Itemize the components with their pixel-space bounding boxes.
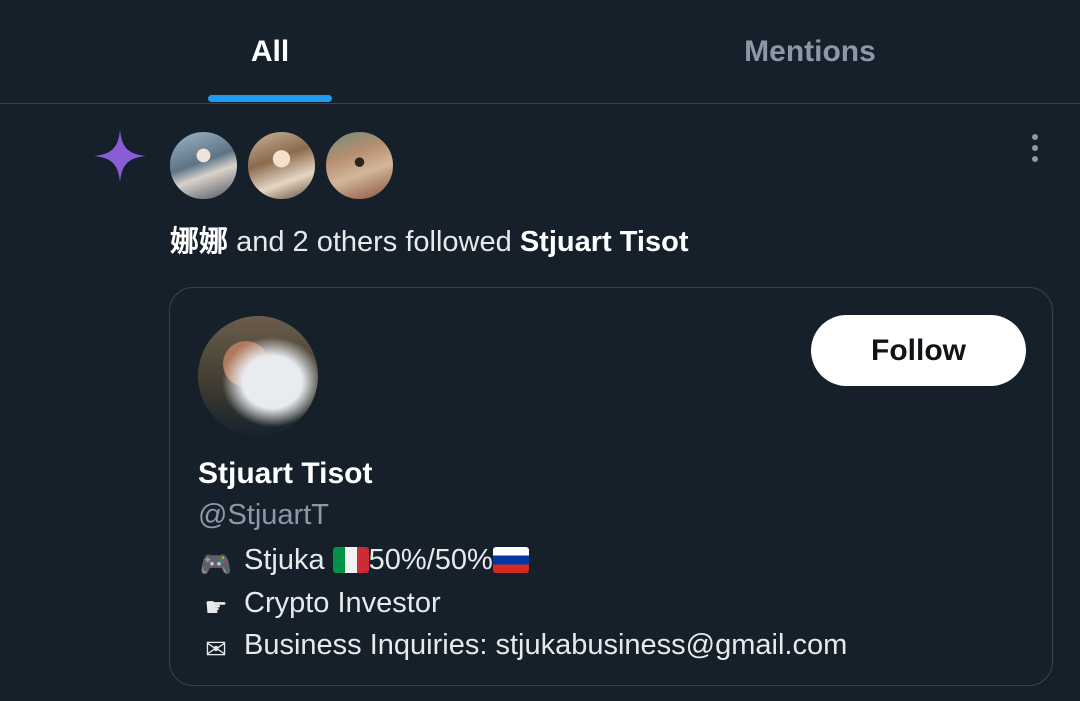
italy-flag-icon xyxy=(332,547,369,573)
envelope-icon: ✉ xyxy=(205,635,227,665)
tab-all[interactable]: All xyxy=(0,0,540,103)
bio-line-1-split: 50%/50% xyxy=(368,544,493,576)
follower-avatar[interactable] xyxy=(246,130,317,201)
bio-line-1-prefix: Stjuka xyxy=(244,544,333,576)
tab-mentions[interactable]: Mentions xyxy=(540,0,1080,103)
bio-line-2: ☛ Crypto Investor xyxy=(198,583,441,623)
notification-tabs: All Mentions xyxy=(0,0,1080,104)
actor-name[interactable]: 娜娜 xyxy=(170,226,228,258)
follower-avatar[interactable] xyxy=(324,130,395,201)
pointing-hand-icon: ☛ xyxy=(204,593,228,623)
bio-line-2-text: Crypto Investor xyxy=(244,587,441,619)
bio-line-3-text: Business Inquiries: stjukabusiness@gmail… xyxy=(244,629,848,661)
active-tab-indicator xyxy=(208,95,332,102)
bio-line-3: ✉ Business Inquiries: stjukabusiness@gmai… xyxy=(198,625,847,665)
user-handle: @StjuartT xyxy=(198,499,329,531)
user-avatar[interactable] xyxy=(198,316,318,436)
follow-button[interactable]: Follow xyxy=(811,315,1026,386)
user-card[interactable]: Follow Stjuart Tisot @StjuartT 🎮 Stjuka 5… xyxy=(169,287,1053,686)
russia-flag-icon xyxy=(492,547,529,573)
bio-line-1: 🎮 Stjuka 50%/50% xyxy=(198,540,529,580)
follower-avatar[interactable] xyxy=(168,130,239,201)
target-name[interactable]: Stjuart Tisot xyxy=(520,226,689,258)
sparkle-icon xyxy=(94,130,146,182)
game-controller-icon: 🎮 xyxy=(199,550,233,580)
user-display-name[interactable]: Stjuart Tisot xyxy=(198,454,372,494)
more-options-icon[interactable] xyxy=(1020,132,1050,164)
notification-connector: and 2 others followed xyxy=(228,226,520,258)
notification-text: 娜娜 and 2 others followed Stjuart Tisot xyxy=(170,222,688,262)
